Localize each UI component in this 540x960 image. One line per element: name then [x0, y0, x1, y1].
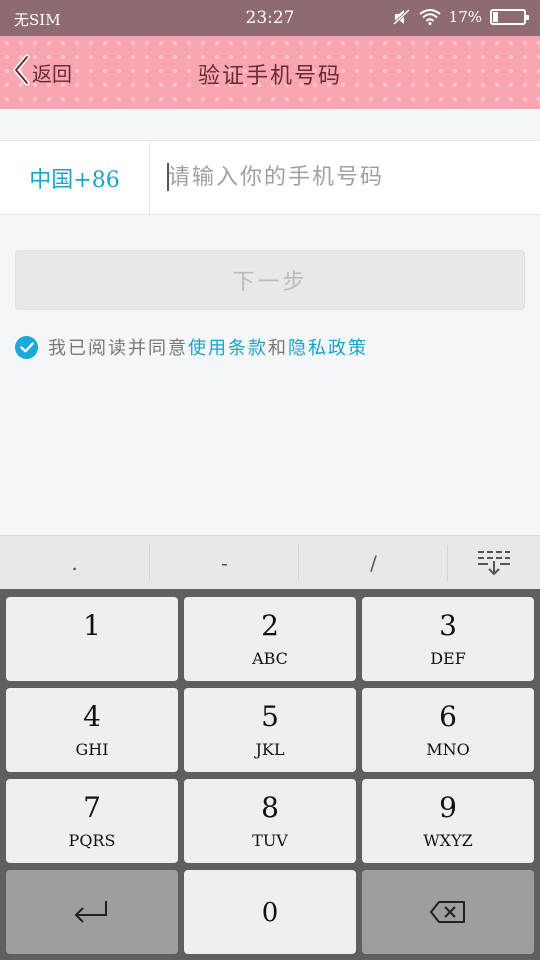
key-0[interactable]: 0: [184, 870, 356, 954]
key-letters: ABC: [252, 649, 288, 668]
phone-number-input[interactable]: [168, 160, 518, 194]
key-5[interactable]: 5 JKL: [184, 688, 356, 772]
battery-icon: [490, 9, 529, 25]
check-icon: [19, 342, 34, 352]
key-3[interactable]: 3 DEF: [362, 597, 534, 681]
symbol-key-period[interactable]: .: [0, 536, 149, 590]
key-digit: 5: [261, 700, 279, 733]
key-digit: 4: [83, 700, 101, 733]
key-letters: WXYZ: [423, 831, 473, 850]
key-digit: 3: [439, 609, 457, 642]
key-digit: 6: [439, 700, 457, 733]
symbol-key-dash[interactable]: -: [150, 536, 299, 590]
mute-icon: [392, 9, 411, 25]
privacy-link[interactable]: 隐私政策: [288, 334, 368, 360]
key-digit: 2: [261, 609, 279, 642]
symbol-key-slash[interactable]: /: [299, 536, 448, 590]
key-letters: JKL: [255, 740, 285, 759]
key-4[interactable]: 4 GHI: [6, 688, 178, 772]
key-digit: 8: [261, 791, 279, 824]
wifi-icon: [419, 9, 441, 25]
key-letters: DEF: [430, 649, 466, 668]
next-step-button[interactable]: 下一步: [15, 250, 525, 310]
agreement-row: 我已阅读并同意 使用条款 和 隐私政策: [15, 334, 368, 360]
agree-checkbox[interactable]: [15, 335, 38, 359]
key-9[interactable]: 9 WXYZ: [362, 779, 534, 863]
title-bar: 返回 验证手机号码: [0, 36, 540, 109]
backspace-icon: [430, 901, 465, 923]
text-cursor: [167, 163, 169, 191]
key-digit: 0: [261, 898, 279, 928]
key-digit: 9: [439, 791, 457, 824]
key-letters: TUV: [252, 831, 288, 850]
terms-link[interactable]: 使用条款: [188, 334, 268, 360]
enter-key[interactable]: [6, 870, 178, 954]
agreement-text: 我已阅读并同意: [48, 338, 188, 359]
numeric-keypad: 1 2 ABC 3 DEF 4 GHI 5 JKL 6 MNO 7 PQRS 8…: [0, 589, 540, 960]
key-letters: MNO: [426, 740, 470, 759]
hide-keyboard-button[interactable]: [448, 536, 540, 590]
keyboard-hide-icon: [478, 551, 510, 576]
keyboard-symbol-bar: . - /: [0, 535, 540, 589]
phone-number-row: 中国+86: [0, 140, 540, 215]
key-8[interactable]: 8 TUV: [184, 779, 356, 863]
key-2[interactable]: 2 ABC: [184, 597, 356, 681]
key-6[interactable]: 6 MNO: [362, 688, 534, 772]
page-title: 验证手机号码: [197, 64, 342, 89]
enter-icon: [74, 901, 107, 923]
status-bar: 无SIM 23:27 17%: [0, 0, 540, 36]
key-digit: 1: [83, 609, 101, 642]
status-icons: 17%: [392, 8, 529, 26]
key-letters: GHI: [75, 740, 109, 759]
country-code-selector[interactable]: 中国+86: [0, 141, 150, 214]
backspace-key[interactable]: [362, 870, 534, 954]
key-letters: PQRS: [68, 831, 116, 850]
key-digit: 7: [83, 791, 101, 824]
battery-percent: 17%: [448, 8, 482, 26]
battery-level: [493, 12, 498, 22]
key-1[interactable]: 1: [6, 597, 178, 681]
key-7[interactable]: 7 PQRS: [6, 779, 178, 863]
agreement-conjunction: 和: [268, 338, 288, 359]
